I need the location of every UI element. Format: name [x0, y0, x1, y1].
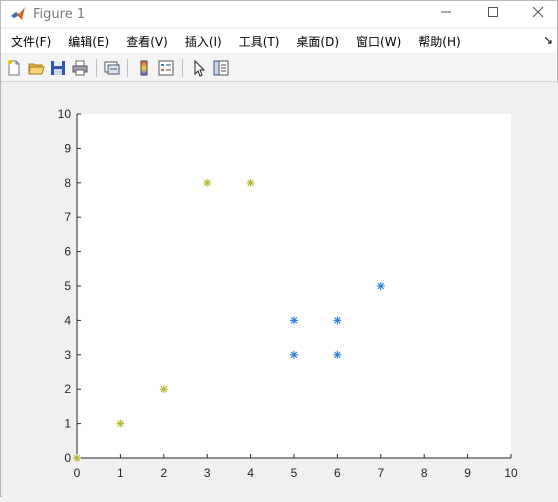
- scatter-plot[interactable]: 0 1 2 3 4 5 6 7 8 9 10 0 1 2 3 4 5 6 7 8 9 10: [2, 83, 558, 497]
- x-tick-label: 5: [291, 466, 298, 480]
- print-icon[interactable]: [71, 59, 89, 77]
- window-title: Figure 1: [33, 6, 86, 22]
- star-marker: [159, 385, 168, 394]
- new-figure-icon[interactable]: [5, 59, 23, 77]
- menu-file[interactable]: 文件(F): [11, 33, 51, 50]
- toolbar-separator: [182, 59, 183, 77]
- menu-tools[interactable]: 工具(T): [239, 33, 280, 50]
- figure-canvas: 0 1 2 3 4 5 6 7 8 9 10 0 1 2 3 4 5 6 7 8 9 10: [2, 83, 558, 497]
- minimize-button[interactable]: [423, 1, 469, 27]
- toolbar-separator: [127, 59, 128, 77]
- y-tick-label: 5: [64, 279, 71, 293]
- maximize-button[interactable]: [470, 1, 516, 27]
- menu-view[interactable]: 查看(V): [126, 33, 168, 50]
- x-tick-label: 0: [74, 466, 81, 480]
- x-tick-label: 3: [204, 466, 211, 480]
- star-marker: [73, 454, 81, 462]
- x-tick-label: 9: [464, 466, 471, 480]
- toolbar-separator: [96, 59, 97, 77]
- x-tick-label: 2: [160, 466, 167, 480]
- x-tick-label: 7: [377, 466, 384, 480]
- select-cursor-icon[interactable]: [190, 59, 208, 77]
- menu-desktop[interactable]: 桌面(D): [296, 33, 339, 50]
- y-tick-label: 8: [64, 176, 71, 190]
- star-marker: [290, 350, 298, 359]
- link-plot-icon[interactable]: [103, 59, 121, 77]
- star-marker: [246, 178, 255, 187]
- close-icon: [532, 5, 544, 23]
- open-file-icon[interactable]: [27, 59, 45, 77]
- x-tick-label: 1: [117, 466, 124, 480]
- menu-help[interactable]: 帮助(H): [418, 33, 460, 50]
- menu-edit[interactable]: 编辑(E): [68, 33, 109, 50]
- legend-icon[interactable]: [157, 59, 175, 77]
- save-icon[interactable]: [49, 59, 67, 77]
- y-tick-label: 9: [64, 141, 71, 155]
- menu-bar: 文件(F) 编辑(E) 查看(V) 插入(I) 工具(T) 桌面(D) 窗口(W…: [1, 29, 557, 53]
- colorbar-icon[interactable]: [135, 59, 153, 77]
- menu-insert[interactable]: 插入(I): [185, 33, 222, 50]
- menu-window[interactable]: 窗口(W): [356, 33, 401, 50]
- menu-overflow-arrow[interactable]: ↘: [543, 33, 553, 47]
- axes-background: [77, 114, 511, 458]
- y-tick-label: 4: [64, 313, 71, 327]
- y-tick-label: 10: [58, 107, 72, 121]
- title-bar[interactable]: Figure 1: [1, 1, 557, 27]
- y-tick-label: 6: [64, 245, 71, 259]
- x-tick-label: 6: [334, 466, 341, 480]
- y-tick-label: 7: [64, 210, 71, 224]
- y-tick-label: 2: [64, 382, 71, 396]
- star-marker: [376, 282, 385, 290]
- star-marker: [116, 419, 125, 428]
- star-marker: [333, 350, 342, 359]
- property-editor-icon[interactable]: [212, 59, 230, 77]
- y-tick-label: 3: [64, 348, 71, 362]
- figure-toolbar: [1, 54, 557, 82]
- x-tick-label: 4: [247, 466, 254, 480]
- star-marker: [203, 178, 212, 187]
- x-tick-label: 10: [504, 466, 518, 480]
- y-tick-label: 0: [64, 451, 71, 465]
- figure-window: Figure 1 文件(F) 编辑(E) 查看(V) 插入(I) 工具(T) 桌…: [0, 0, 558, 497]
- y-tick-label: 1: [64, 417, 71, 431]
- maximize-icon: [487, 5, 499, 23]
- matlab-icon: [10, 6, 26, 22]
- star-marker: [333, 316, 342, 325]
- close-button[interactable]: [515, 1, 558, 27]
- star-marker: [290, 316, 298, 325]
- minimize-icon: [440, 5, 452, 23]
- x-tick-label: 8: [421, 466, 428, 480]
